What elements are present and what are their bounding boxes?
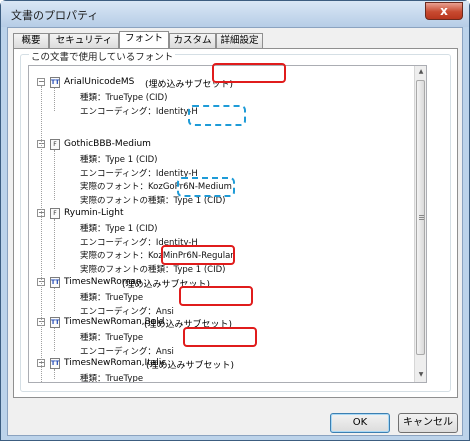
tree-connector bbox=[54, 288, 55, 312]
type1-font-icon: F bbox=[50, 139, 60, 150]
tree-connector bbox=[54, 328, 55, 352]
font-tree[interactable]: ▲ ▼ − TT ArialUnicodeMS (埋め込みサブセット) 種類：TrueT… bbox=[28, 65, 427, 383]
ok-button[interactable]: OK bbox=[330, 413, 390, 433]
font-property: 実際のフォント：KozMinPr6N-Regular bbox=[80, 251, 234, 262]
font-property: 種類：TrueType (CID) bbox=[80, 93, 168, 103]
embedded-subset-tag: (埋め込みサブセット) bbox=[122, 280, 211, 290]
font-property: 種類：TrueType bbox=[80, 293, 144, 303]
font-property: エンコーディング：Ansi bbox=[80, 306, 174, 317]
tree-connector bbox=[41, 86, 42, 382]
close-icon[interactable]: x bbox=[440, 4, 448, 18]
font-name[interactable]: Ryumin-Light bbox=[64, 208, 123, 218]
font-name[interactable]: GothicBBB-Medium bbox=[64, 139, 151, 149]
fonts-panel: この文書で使用しているフォント ▲ ▼ − TT ArialUnicodeMS (埋め… bbox=[13, 48, 458, 398]
embedded-subset-tag: (埋め込みサブセット) bbox=[144, 320, 233, 330]
grip-line bbox=[419, 217, 424, 218]
tab-fonts[interactable]: フォント bbox=[119, 31, 169, 48]
embedded-subset-tag: (埋め込みサブセット) bbox=[145, 80, 234, 90]
cancel-button[interactable]: キャンセル bbox=[398, 413, 458, 433]
font-name[interactable]: ArialUnicodeMS bbox=[64, 77, 134, 87]
truetype-font-icon: TT bbox=[50, 77, 60, 88]
fonts-group: この文書で使用しているフォント ▲ ▼ − TT ArialUnicodeMS (埋め… bbox=[20, 49, 451, 392]
font-property: 種類：TrueType bbox=[80, 333, 144, 343]
font-property: 種類：TrueType bbox=[80, 374, 144, 383]
font-property: 実際のフォントの種類：Type 1 (CID) bbox=[80, 195, 226, 206]
truetype-font-icon: TT bbox=[50, 358, 60, 369]
font-property: エンコーディング：Identity-H bbox=[80, 237, 198, 248]
close-button[interactable]: x bbox=[425, 2, 463, 20]
font-property: 種類：Type 1 (CID) bbox=[80, 155, 158, 165]
tree-connector bbox=[54, 88, 55, 112]
font-property: エンコーディング：Identity-H bbox=[80, 168, 198, 179]
grip-line bbox=[419, 215, 424, 216]
scroll-thumb[interactable] bbox=[416, 80, 425, 355]
title-bar[interactable]: 文書のプロパティ x bbox=[1, 1, 469, 27]
scroll-up-icon[interactable]: ▲ bbox=[416, 66, 426, 78]
truetype-font-icon: TT bbox=[50, 277, 60, 288]
group-label: この文書で使用しているフォント bbox=[29, 49, 176, 63]
document-properties-window: 文書のプロパティ x 概要 セキュリティ フォント カスタム 詳細設定 この文書… bbox=[0, 0, 470, 441]
type1-font-icon: F bbox=[50, 208, 60, 219]
font-property: エンコーディング：Identity-H bbox=[80, 106, 198, 117]
tree-connector bbox=[54, 150, 55, 201]
font-property: 実際のフォントの種類：Type 1 (CID) bbox=[80, 264, 226, 275]
tab-security[interactable]: セキュリティ bbox=[49, 33, 119, 48]
font-property: エンコーディング：Ansi bbox=[80, 346, 174, 357]
tree-connector bbox=[54, 219, 55, 270]
scroll-down-icon[interactable]: ▼ bbox=[416, 369, 426, 381]
collapse-toggle-icon[interactable]: − bbox=[37, 78, 45, 86]
embedded-subset-tag: (埋め込みサブセット) bbox=[146, 361, 235, 371]
tab-advanced[interactable]: 詳細設定 bbox=[216, 33, 263, 48]
truetype-font-icon: TT bbox=[50, 317, 60, 328]
vertical-scrollbar[interactable]: ▲ ▼ bbox=[414, 66, 426, 382]
grip-line bbox=[419, 219, 424, 220]
tab-custom[interactable]: カスタム bbox=[169, 33, 216, 48]
tree-connector bbox=[54, 369, 55, 379]
font-property: 実際のフォント：KozGoPr6N-Medium bbox=[80, 182, 232, 193]
dialog-client: 概要 セキュリティ フォント カスタム 詳細設定 この文書で使用しているフォント… bbox=[7, 27, 463, 436]
window-title: 文書のプロパティ bbox=[11, 9, 99, 22]
tab-summary[interactable]: 概要 bbox=[13, 33, 49, 48]
font-property: 種類：Type 1 (CID) bbox=[80, 224, 158, 234]
